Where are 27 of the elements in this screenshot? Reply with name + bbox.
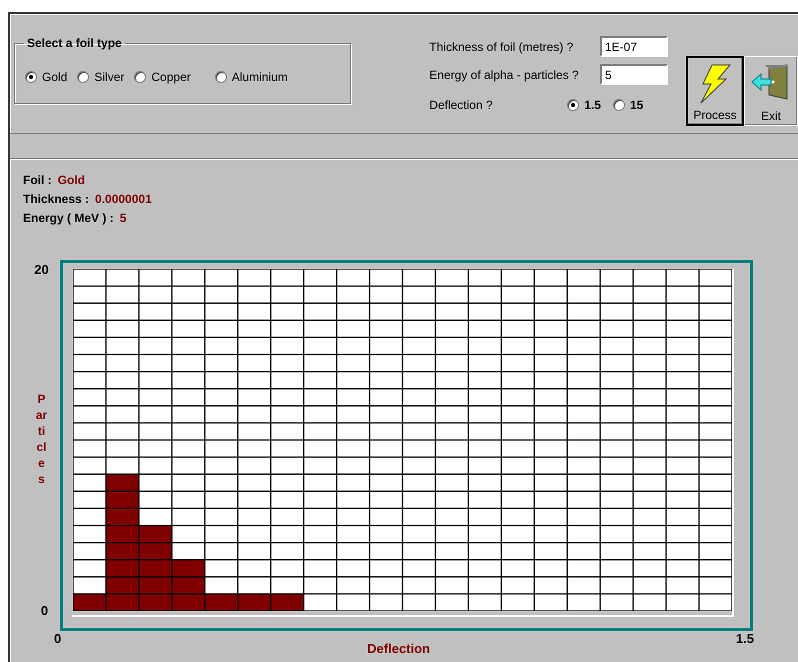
y-axis-label: Particles [36, 392, 48, 488]
x-tick-label: 1.5 [736, 631, 754, 646]
foil-radio[interactable]: Copper [134, 70, 191, 84]
group-title: Select a foil type [26, 36, 123, 50]
process-button[interactable]: Process [686, 56, 744, 126]
summary-label: Thickness : [23, 192, 90, 208]
y-tick-label: 0 [40, 603, 48, 618]
summary-value: Gold [58, 173, 85, 189]
deflection-label: Deflection ? [429, 98, 494, 112]
lightning-icon [698, 64, 732, 104]
summary-value: 5 [120, 211, 126, 227]
foil-radio[interactable]: Silver [77, 70, 124, 84]
foil-radio[interactable]: Gold [25, 70, 68, 84]
y-tick-label: 20 [34, 262, 49, 277]
input-field[interactable]: 5 [600, 64, 668, 85]
input-field[interactable]: 1E-07 [600, 36, 668, 57]
x-axis-label: Deflection [367, 641, 430, 656]
summary-label: Foil : [23, 173, 52, 189]
deflection-radio[interactable]: 15 [612, 98, 644, 112]
exit-button[interactable]: Exit [744, 56, 798, 126]
field-label: Energy of alpha - particles ? [429, 68, 579, 82]
summary-value: 0.0000001 [95, 192, 152, 208]
field-label: Thickness of foil (metres) ? [429, 40, 574, 54]
deflection-radio[interactable]: 1.5 [567, 98, 601, 112]
x-tick-label: 0 [54, 631, 62, 646]
summary-label: Energy ( MeV ) : [23, 211, 114, 227]
foil-radio[interactable]: Aluminium [214, 70, 288, 84]
